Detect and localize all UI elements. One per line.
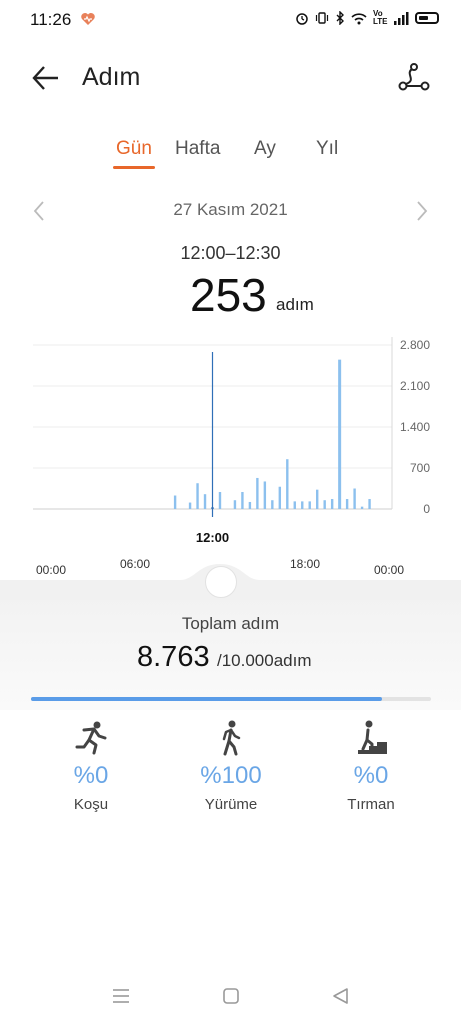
status-time: 11:26 <box>30 10 72 29</box>
x-tick-label: 18:00 <box>290 557 321 571</box>
chart-bar <box>203 494 207 509</box>
signal-icon <box>394 11 409 25</box>
steps-bar-chart[interactable]: 2.800 2.100 1.400 700 0 12:00 <box>0 325 461 550</box>
selected-time-range: 12:00–12:30 <box>180 243 281 263</box>
running-icon <box>75 721 107 755</box>
walking-icon <box>222 720 241 756</box>
health-heart-icon <box>81 13 95 25</box>
tab-yil[interactable]: Yıl <box>316 138 338 160</box>
route-share-icon[interactable] <box>397 62 431 94</box>
chart-bar <box>241 492 244 509</box>
page-title: Adım <box>82 63 141 91</box>
x-tick-label: 06:00 <box>120 557 151 571</box>
tab-hafta[interactable]: Hafta <box>175 138 220 160</box>
selected-time-marker-label: 12:00 <box>196 530 229 545</box>
chart-bar <box>338 359 342 509</box>
step-goal-text: /10.000adım <box>217 651 312 670</box>
chart-bar <box>353 488 356 509</box>
y-tick-label: 2.800 <box>400 338 430 352</box>
tab-gun[interactable]: Gün <box>116 138 152 160</box>
bluetooth-icon <box>336 11 344 25</box>
walking-percent: %100 <box>200 762 262 789</box>
x-tick-label: 00:00 <box>36 563 67 577</box>
vibrate-icon <box>315 12 329 24</box>
walking-label: Yürüme <box>204 796 258 813</box>
chart-bar <box>323 500 326 509</box>
chart-bar <box>345 499 349 509</box>
total-steps-label: Toplam adım <box>181 614 280 633</box>
chart-bar <box>188 502 192 509</box>
climbing-label: Tırman <box>347 796 395 813</box>
next-day-chevron-icon[interactable] <box>413 198 431 224</box>
goal-progress-bar <box>31 697 431 701</box>
running-percent: %0 <box>73 762 109 789</box>
status-icons: Vo LTE <box>295 10 439 26</box>
back-arrow-icon[interactable] <box>30 62 62 94</box>
chart-bar <box>293 501 296 509</box>
total-steps-value: 8.763 <box>137 641 210 673</box>
chart-bar <box>286 459 289 509</box>
chart-bar <box>218 492 222 509</box>
timeline-slider-handle[interactable] <box>205 566 237 598</box>
alarm-icon <box>296 13 308 25</box>
tab-ay[interactable]: Ay <box>254 138 276 160</box>
chart-bar <box>301 501 304 509</box>
selected-step-value: 253 <box>190 269 267 321</box>
y-tick-label: 700 <box>410 461 430 475</box>
chart-bar <box>211 507 214 509</box>
date-label: 27 Kasım 2021 <box>173 200 288 219</box>
y-tick-label: 0 <box>423 502 430 516</box>
wifi-icon <box>351 12 367 24</box>
home-nav-icon[interactable] <box>218 985 244 1007</box>
running-label: Koşu <box>73 796 109 813</box>
climbing-percent: %0 <box>353 762 389 789</box>
selected-step-unit: adım <box>276 295 314 314</box>
chart-bar <box>316 489 319 509</box>
chart-bar <box>271 500 274 509</box>
goal-progress-fill <box>31 697 382 701</box>
chart-bar <box>360 506 364 509</box>
y-tick-label: 2.100 <box>400 379 430 393</box>
chart-bar <box>308 501 311 509</box>
chart-bar <box>248 501 252 509</box>
y-tick-label: 1.400 <box>400 420 430 434</box>
network-label: Vo LTE <box>373 9 388 26</box>
battery-icon <box>415 12 439 24</box>
menu-nav-icon[interactable] <box>108 985 134 1007</box>
x-tick-label: 00:00 <box>374 563 405 577</box>
tab-active-underline <box>113 166 155 169</box>
chart-bar <box>233 500 237 509</box>
chart-bar <box>330 499 334 509</box>
chart-bar <box>173 495 177 509</box>
chart-bar <box>256 477 259 509</box>
back-nav-icon[interactable] <box>328 985 354 1007</box>
climbing-icon <box>358 720 387 754</box>
chart-bar <box>278 486 282 509</box>
chart-bar <box>263 481 267 509</box>
chart-bar <box>196 483 199 509</box>
chart-bar <box>368 499 371 509</box>
